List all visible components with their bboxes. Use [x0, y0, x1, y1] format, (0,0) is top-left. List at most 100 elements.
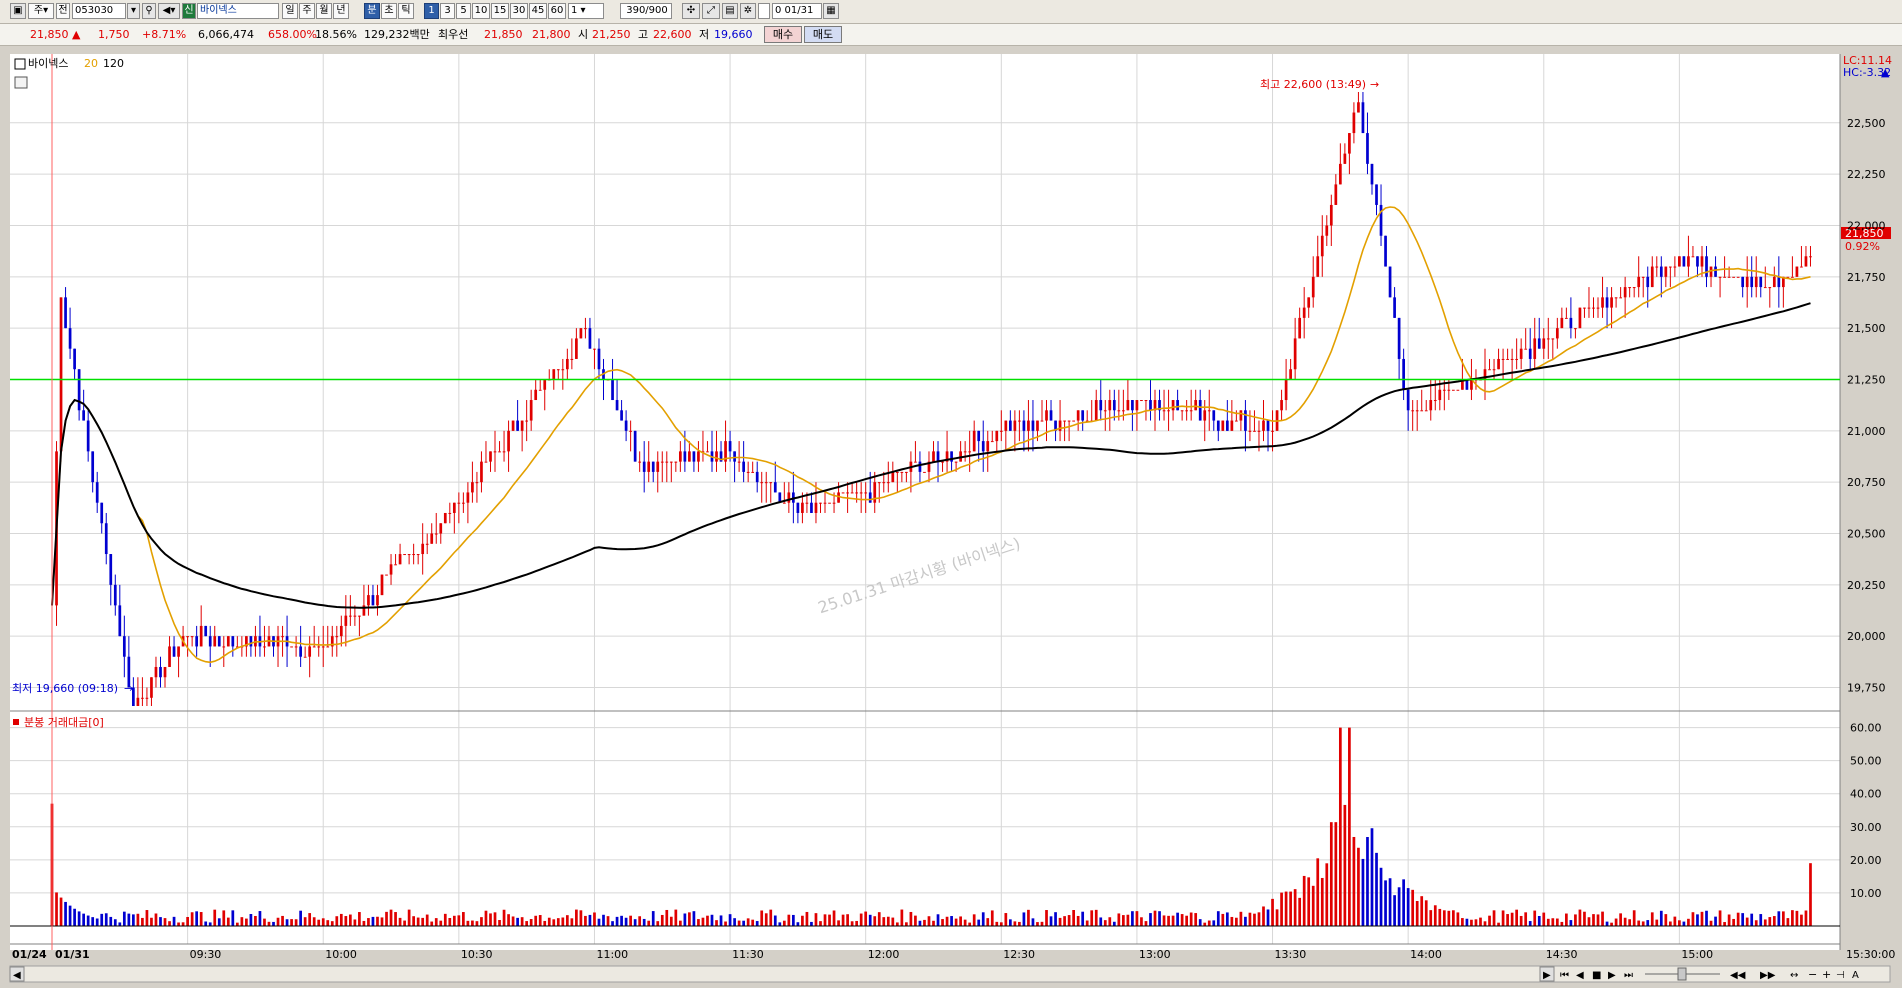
volume-bar: [1596, 914, 1600, 926]
volume-bar: [986, 918, 990, 926]
expand-icon[interactable]: +: [1822, 968, 1831, 981]
full-button[interactable]: 전: [56, 3, 70, 19]
volume-bar: [254, 915, 257, 926]
volume-bar: [832, 910, 836, 926]
volume-bar: [882, 917, 886, 926]
sell-button[interactable]: 매도: [804, 26, 842, 43]
play-icon[interactable]: ▶: [1608, 970, 1616, 981]
volume-bar: [1379, 867, 1383, 926]
volume-bar: [1479, 917, 1482, 926]
fit-icon[interactable]: ↔: [1790, 970, 1798, 981]
market-select[interactable]: 주▾: [28, 3, 54, 19]
credit-tag: 신: [182, 3, 196, 19]
rewind-icon[interactable]: ⏮: [1560, 970, 1569, 981]
period-day[interactable]: 일: [282, 3, 298, 19]
candlestick-chart[interactable]: 25.01.31 마감시황 (바이넥스) 바이넥스 20 120 LC:11.1…: [0, 46, 1902, 988]
period-year[interactable]: 년: [333, 3, 349, 19]
scroll-left-icon: ◀: [13, 970, 21, 981]
volume-bar: [466, 920, 470, 926]
candle-body: [416, 554, 420, 556]
candle-body: [995, 430, 999, 442]
date-input[interactable]: 0 01/31: [772, 3, 822, 19]
interval-60[interactable]: 60: [548, 3, 566, 19]
price-tick: 19,750: [1847, 682, 1886, 695]
volume-bar: [669, 916, 673, 926]
legend-stock-name: 바이넥스: [28, 57, 68, 70]
candle-body: [1352, 112, 1356, 134]
interval-45[interactable]: 45: [529, 3, 547, 19]
crosshair-icon[interactable]: ✣: [682, 3, 700, 19]
price-tick: 22,000: [1847, 219, 1886, 232]
candle-body: [439, 523, 443, 534]
stock-code-input[interactable]: 053030: [72, 3, 126, 19]
candle-body: [86, 420, 90, 452]
interval-5[interactable]: 5: [456, 3, 471, 19]
interval-select[interactable]: 1 ▾: [568, 3, 604, 19]
candle-body: [877, 482, 881, 484]
candle-body: [773, 482, 777, 493]
interval-10[interactable]: 10: [472, 3, 490, 19]
time-tick: 11:30: [732, 948, 764, 961]
grid-toggle-icon[interactable]: [14, 76, 28, 89]
candle-body: [642, 461, 646, 472]
axis-mode-icon[interactable]: A: [1852, 970, 1859, 981]
candle-body: [1338, 163, 1342, 185]
candle-body: [353, 615, 357, 617]
settings-icon[interactable]: ✲: [740, 3, 756, 19]
candle-body: [1433, 400, 1437, 402]
bar-count-input[interactable]: 390/900: [620, 3, 672, 19]
interval-15[interactable]: 15: [491, 3, 509, 19]
period-month[interactable]: 월: [316, 3, 332, 19]
volume-bar: [1551, 918, 1555, 926]
buy-button[interactable]: 매수: [764, 26, 802, 43]
interval-1[interactable]: 1: [424, 3, 439, 19]
play-back-icon[interactable]: ◀: [1576, 970, 1584, 981]
code-dropdown-icon[interactable]: ▾: [127, 3, 140, 19]
volume-bar: [1058, 917, 1062, 926]
date-checkbox[interactable]: [758, 3, 770, 19]
period-week[interactable]: 주: [299, 3, 315, 19]
zoom-out-fast-icon[interactable]: ◀◀: [1730, 970, 1746, 981]
volume-bar: [276, 917, 280, 926]
candle-body: [597, 348, 601, 370]
high-label: 고: [638, 28, 649, 41]
volume-bar: [321, 918, 325, 926]
candle-body: [1687, 256, 1690, 267]
speaker-icon[interactable]: ◀▾: [158, 3, 180, 19]
period-minute[interactable]: 분: [364, 3, 380, 19]
candle-body: [751, 471, 755, 473]
forward-icon[interactable]: ⏭: [1624, 970, 1633, 981]
candle-body: [344, 615, 348, 626]
stop-icon[interactable]: ■: [1592, 970, 1601, 981]
volume-bar: [1076, 915, 1080, 926]
candle-body: [1777, 276, 1781, 288]
calendar-icon[interactable]: ▦: [823, 3, 839, 19]
candle-body: [534, 389, 538, 401]
period-tick[interactable]: 틱: [398, 3, 414, 19]
shrink-icon[interactable]: −: [1808, 968, 1817, 981]
auto-scroll-icon[interactable]: ⊣: [1836, 970, 1845, 981]
candle-body: [1108, 400, 1112, 411]
candle-body: [1587, 307, 1591, 309]
volume-bar: [1008, 919, 1012, 926]
candle-body: [1235, 420, 1238, 422]
candle-body: [611, 379, 614, 401]
interval-30[interactable]: 30: [510, 3, 528, 19]
zoom-slider-thumb[interactable]: [1677, 967, 1687, 981]
search-icon[interactable]: ⚲: [142, 3, 156, 19]
interval-3[interactable]: 3: [440, 3, 455, 19]
zoom-icon[interactable]: ⤢: [702, 3, 720, 19]
scroll-up-icon[interactable]: ▲: [1881, 66, 1890, 79]
candle-body: [1239, 410, 1243, 421]
period-second[interactable]: 초: [381, 3, 397, 19]
volume-bar: [1081, 911, 1085, 926]
window-layout-icon[interactable]: ▣: [10, 3, 26, 19]
save-icon[interactable]: ▤: [722, 3, 738, 19]
candle-body: [850, 492, 854, 494]
candle-body: [1605, 297, 1609, 308]
candle-body: [1519, 348, 1523, 359]
zoom-in-fast-icon[interactable]: ▶▶: [1760, 970, 1776, 981]
price-axis: 22,500 22,250 22,000 21,750 21,500 21,25…: [1847, 117, 1886, 695]
volume-bar: [267, 921, 271, 926]
volume-bar: [281, 915, 284, 926]
